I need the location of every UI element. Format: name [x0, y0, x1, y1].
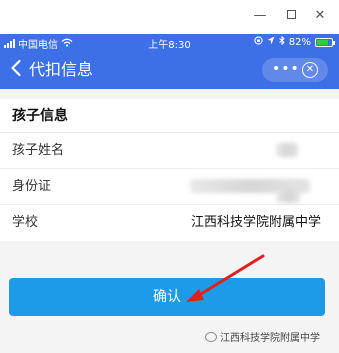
content-area: 孩子信息 孩子姓名 身份证 学校 江西科技学院附属中学 确认 [0, 89, 339, 353]
miniprogram-capsule: ••• ✕ [262, 58, 328, 82]
orientation-lock-icon [254, 36, 263, 48]
close-icon[interactable]: ✕ [302, 62, 318, 78]
battery-icon [315, 37, 335, 47]
page-title: 代扣信息 [29, 60, 94, 79]
watermark-text: 江西科技学院附属中学 [220, 333, 320, 344]
watermark: 江西科技学院附属中学 [205, 329, 320, 344]
row-label: 学校 [12, 215, 39, 230]
back-icon[interactable] [10, 59, 22, 82]
wechat-icon [205, 331, 217, 342]
more-icon[interactable]: ••• [272, 60, 300, 78]
location-icon [267, 36, 275, 48]
row-child-name[interactable]: 孩子姓名 [0, 133, 339, 169]
school-value: 江西科技学院附属中学 [190, 215, 321, 230]
minimize-icon[interactable]: — [252, 8, 268, 24]
nav-bar: 代扣信息 ••• ✕ [0, 51, 339, 89]
bluetooth-icon [278, 35, 285, 48]
redacted-value [276, 143, 298, 157]
redacted-value [276, 189, 300, 203]
status-bar: 中国电信 上午8:30 82% [0, 34, 339, 51]
row-school[interactable]: 学校 江西科技学院附属中学 [0, 205, 339, 241]
child-info-card: 孩子信息 孩子姓名 身份证 学校 江西科技学院附属中学 [0, 99, 339, 241]
maximize-icon[interactable] [283, 8, 299, 24]
row-id-card[interactable]: 身份证 [0, 169, 339, 205]
window-titlebar: — ✕ [0, 0, 339, 34]
confirm-button[interactable]: 确认 [9, 278, 325, 316]
battery-percent: 82% [288, 36, 311, 48]
row-label: 身份证 [12, 179, 52, 194]
row-label: 孩子姓名 [12, 143, 65, 158]
close-window-icon[interactable]: ✕ [312, 8, 328, 24]
section-title: 孩子信息 [0, 99, 339, 133]
